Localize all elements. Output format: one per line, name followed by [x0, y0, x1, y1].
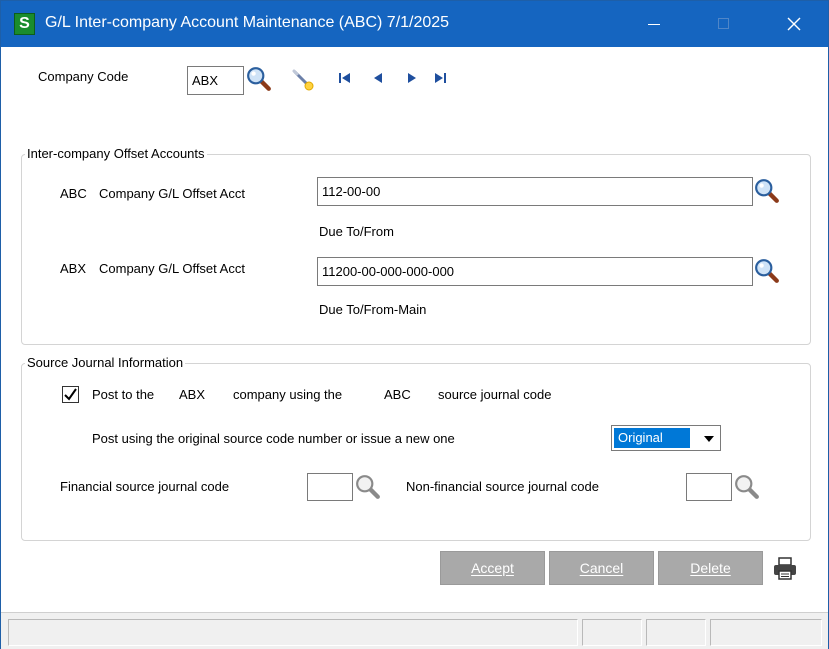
wand-icon[interactable]	[290, 67, 316, 93]
row2-description: Due To/From-Main	[319, 302, 427, 317]
cancel-button[interactable]: Cancel	[549, 551, 654, 585]
status-cell-3	[646, 619, 706, 646]
post-prefix-label: Post to the	[92, 387, 155, 402]
row2-company-label: ABX	[60, 261, 87, 276]
post-suffix-label: source journal code	[438, 387, 552, 402]
post-company-label: ABX	[179, 387, 206, 402]
status-bar	[1, 612, 828, 649]
magnifier-icon[interactable]	[246, 66, 272, 92]
row1-offset-acct-field[interactable]: 112-00-00	[317, 177, 753, 206]
row1-offset-acct-label: Company G/L Offset Acct	[99, 186, 245, 201]
row1-lookup-icon[interactable]	[754, 178, 780, 204]
app-icon: S	[14, 13, 35, 35]
financial-source-label: Financial source journal code	[60, 479, 230, 494]
status-cell-2	[582, 619, 642, 646]
maximize-icon	[718, 18, 729, 29]
post-middle-label: company using the	[233, 387, 343, 402]
row1-company-label: ABC	[60, 186, 87, 201]
row2-offset-acct-field[interactable]: 11200-00-000-000-000	[317, 257, 753, 286]
close-button[interactable]	[771, 1, 817, 47]
minimize-icon	[648, 24, 660, 25]
row2-offset-acct-label: Company G/L Offset Acct	[99, 261, 245, 276]
post-to-company-checkbox[interactable]	[62, 386, 79, 403]
next-record-icon[interactable]	[405, 71, 419, 85]
source-code-option-select[interactable]: Original	[611, 425, 721, 451]
main-window: S G/L Inter-company Account Maintenance …	[0, 0, 829, 649]
row2-lookup-icon[interactable]	[754, 258, 780, 284]
offset-accounts-legend: Inter-company Offset Accounts	[25, 146, 207, 161]
delete-button[interactable]: Delete	[658, 551, 763, 585]
row1-description: Due To/From	[319, 224, 394, 239]
previous-record-icon[interactable]	[371, 71, 385, 85]
accept-button[interactable]: Accept	[440, 551, 545, 585]
title-bar: S G/L Inter-company Account Maintenance …	[1, 1, 828, 47]
first-record-icon[interactable]	[338, 71, 352, 85]
financial-source-field[interactable]	[307, 473, 353, 501]
source-code-option-value: Original	[614, 428, 690, 448]
company-code-label: Company Code	[38, 69, 129, 84]
company-code-field[interactable]: ABX	[187, 66, 244, 95]
printer-icon[interactable]	[771, 555, 799, 583]
last-record-icon[interactable]	[433, 71, 447, 85]
source-journal-legend: Source Journal Information	[25, 355, 186, 370]
nonfinancial-source-field[interactable]	[686, 473, 732, 501]
maximize-button[interactable]	[701, 1, 747, 47]
post-using-label: Post using the original source code numb…	[92, 431, 455, 446]
window-title: G/L Inter-company Account Maintenance (A…	[45, 14, 450, 31]
close-icon	[787, 17, 801, 31]
chevron-down-icon	[704, 436, 714, 442]
financial-lookup-icon[interactable]	[355, 474, 381, 500]
checkmark-icon	[64, 388, 77, 401]
nonfinancial-source-label: Non-financial source journal code	[406, 479, 599, 494]
post-source-company-label: ABC	[384, 387, 411, 402]
nonfinancial-lookup-icon[interactable]	[734, 474, 760, 500]
minimize-button[interactable]	[631, 1, 677, 47]
status-cell-main	[8, 619, 578, 646]
status-cell-4	[710, 619, 822, 646]
